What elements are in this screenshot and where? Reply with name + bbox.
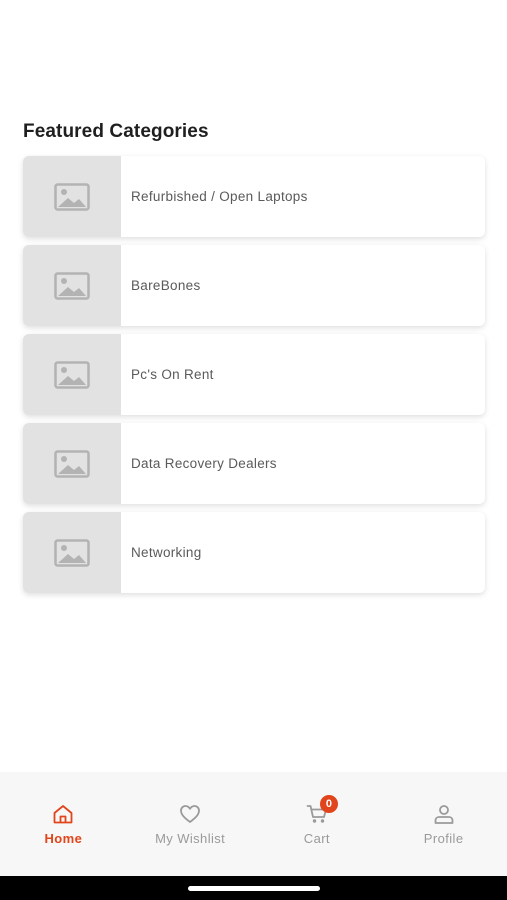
nav-item-home[interactable]: Home bbox=[0, 802, 126, 846]
nav-item-cart[interactable]: 0 Cart bbox=[254, 795, 380, 846]
category-thumbnail bbox=[23, 423, 121, 504]
image-placeholder-icon bbox=[54, 360, 90, 389]
image-placeholder-icon bbox=[54, 449, 90, 478]
category-list: Refurbished / Open Laptops BareBones Pc'… bbox=[23, 156, 485, 601]
cart-badge: 0 bbox=[319, 795, 338, 813]
nav-label-cart: Cart bbox=[303, 831, 330, 846]
bottom-nav: Home My Wishlist 0 Cart Profile bbox=[0, 772, 507, 876]
category-label: Refurbished / Open Laptops bbox=[131, 189, 308, 204]
nav-label-home: Home bbox=[44, 831, 83, 846]
category-thumbnail bbox=[23, 334, 121, 415]
category-card-data-recovery-dealers[interactable]: Data Recovery Dealers bbox=[23, 423, 485, 504]
nav-item-wishlist[interactable]: My Wishlist bbox=[127, 802, 253, 846]
category-card-networking[interactable]: Networking bbox=[23, 512, 485, 593]
category-thumbnail bbox=[23, 512, 121, 593]
category-label: BareBones bbox=[131, 278, 201, 293]
category-card-pcs-on-rent[interactable]: Pc's On Rent bbox=[23, 334, 485, 415]
category-label: Pc's On Rent bbox=[131, 367, 214, 382]
user-icon bbox=[433, 802, 455, 826]
category-label: Data Recovery Dealers bbox=[131, 456, 277, 471]
image-placeholder-icon bbox=[54, 538, 90, 567]
cart-icon: 0 bbox=[306, 795, 338, 826]
nav-label-wishlist: My Wishlist bbox=[155, 831, 226, 846]
section-title: Featured Categories bbox=[23, 121, 209, 142]
category-thumbnail bbox=[23, 156, 121, 237]
category-card-refurbished-laptops[interactable]: Refurbished / Open Laptops bbox=[23, 156, 485, 237]
home-indicator[interactable] bbox=[188, 886, 320, 891]
image-placeholder-icon bbox=[54, 182, 90, 211]
home-icon bbox=[52, 802, 74, 826]
category-card-barebones[interactable]: BareBones bbox=[23, 245, 485, 326]
category-thumbnail bbox=[23, 245, 121, 326]
image-placeholder-icon bbox=[54, 271, 90, 300]
category-label: Networking bbox=[131, 545, 202, 560]
nav-label-profile: Profile bbox=[423, 831, 464, 846]
nav-item-profile[interactable]: Profile bbox=[381, 802, 507, 846]
heart-icon bbox=[179, 802, 201, 826]
